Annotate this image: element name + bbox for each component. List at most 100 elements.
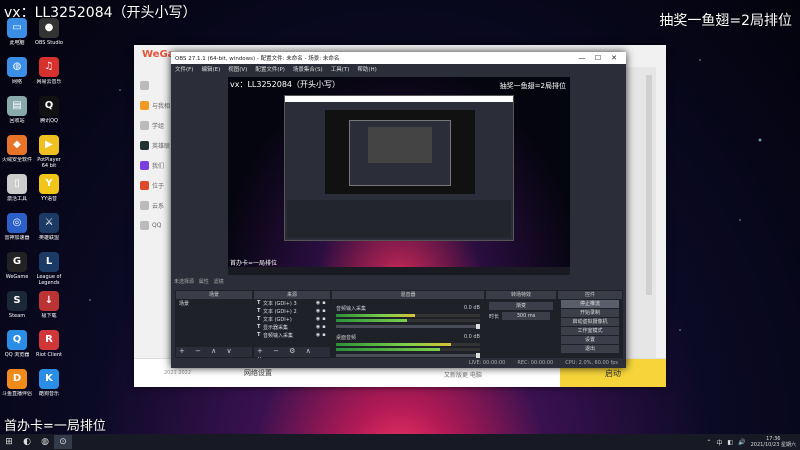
- desktop-icon[interactable]: Q QQ 浏览器: [2, 330, 32, 364]
- source-name: 文本 (GDI+) 3: [263, 300, 297, 307]
- desktop-icon[interactable]: R Riot Client: [34, 330, 64, 364]
- desktop-icon-label: PotPlayer 64 bit: [37, 157, 61, 169]
- desktop-icon[interactable]: ◍ 网络: [2, 57, 32, 91]
- desktop-icon[interactable]: ◎ 雷神加速器: [2, 213, 32, 247]
- network-icon[interactable]: ◧: [727, 439, 733, 446]
- network-settings-link[interactable]: 网络设置: [244, 368, 272, 378]
- desktop-icon[interactable]: ⚔ 英雄联盟: [34, 213, 64, 247]
- menu-item[interactable]: 工具(T): [331, 65, 350, 73]
- control-button[interactable]: 启动虚拟摄像机: [561, 318, 619, 326]
- launcher-side-label: 学组: [152, 122, 165, 130]
- lock-icon[interactable]: ▪: [321, 324, 327, 330]
- app-icon: ⚔: [39, 213, 59, 233]
- launcher-side-label: QQ: [152, 221, 162, 229]
- app-icon: L: [39, 252, 59, 272]
- menu-item[interactable]: 编辑(E): [201, 65, 220, 73]
- lock-icon[interactable]: ▪: [321, 332, 327, 338]
- desktop-icon[interactable]: D 斗鱼直播伴侣: [2, 369, 32, 403]
- lock-icon[interactable]: ▪: [321, 316, 327, 322]
- close-button[interactable]: ✕: [606, 54, 622, 62]
- desktop-icon[interactable]: ↓ 极下载: [34, 291, 64, 325]
- windows-taskbar: ⊞ ◐ ◍ ⊙ ⌃ 中 ◧ 🔊 17:36 2021/10/23 星期六: [0, 434, 800, 450]
- menu-item[interactable]: 场景集合(S): [293, 65, 323, 73]
- launcher-scrollbar[interactable]: [646, 75, 652, 295]
- scenes-dock[interactable]: 场景 场景 + − ∧ ∨: [175, 290, 253, 358]
- game-icon: [140, 140, 149, 150]
- desktop-icon[interactable]: G WeGame: [2, 252, 32, 286]
- game-icon: [140, 100, 149, 110]
- input-method-icon[interactable]: 中: [716, 438, 722, 447]
- sources-footer[interactable]: + − ⚙ ∧ ∨: [254, 347, 330, 363]
- minimize-button[interactable]: —: [574, 54, 590, 62]
- obs-menubar: 文件(F) 编辑(E) 视图(V) 配置文件(P) 场景集合(S) 工具(T) 帮助(H): [171, 64, 626, 74]
- control-button[interactable]: 停止推流: [561, 300, 619, 308]
- transition-select[interactable]: 渐变: [489, 302, 553, 310]
- lock-icon[interactable]: ▪: [321, 308, 327, 314]
- desktop-icon[interactable]: ♫ 网易云音乐: [34, 57, 64, 91]
- menu-item[interactable]: 配置文件(P): [255, 65, 285, 73]
- mixer-dock[interactable]: 混音器 音频输入采集 0.0 dB 桌面音频 0.0 dB: [331, 290, 485, 358]
- desktop-icon[interactable]: Q 腾讯QQ: [34, 96, 64, 130]
- lock-icon[interactable]: ▪: [321, 300, 327, 306]
- launcher-side-label: 位于: [152, 182, 165, 190]
- control-button[interactable]: 开始录制: [561, 309, 619, 317]
- taskbar-app-obs-icon[interactable]: ⊙: [54, 435, 72, 449]
- volume-meter: [336, 319, 480, 322]
- maximize-button[interactable]: ☐: [590, 54, 606, 62]
- nested-preview-screen: [325, 110, 475, 194]
- desktop-icon[interactable]: Y YY语音: [34, 174, 64, 208]
- desktop-icon[interactable]: ▯ 激活工具: [2, 174, 32, 208]
- desktop-icon[interactable]: K 酷狗音乐: [34, 369, 64, 403]
- source-item[interactable]: T 文本 (GDI+) 3 ◉ ▪: [254, 299, 330, 307]
- volume-icon[interactable]: 🔊: [738, 439, 745, 446]
- transitions-dock[interactable]: 转场特效 渐变 时长 300 ms: [485, 290, 557, 358]
- nested-docks: [287, 200, 511, 238]
- desktop-icon[interactable]: ▶ PotPlayer 64 bit: [34, 135, 64, 169]
- menu-item[interactable]: 帮助(H): [357, 65, 376, 73]
- volume-slider[interactable]: [336, 353, 480, 358]
- desktop-icon[interactable]: ◆ 火绒安全软件: [2, 135, 32, 169]
- menu-item[interactable]: 视图(V): [228, 65, 247, 73]
- cpu-fps: CPU: 2.0%, 60.00 fps: [565, 360, 618, 366]
- nested-obs-preview-2: [349, 120, 451, 186]
- duration-label: 时长: [489, 313, 500, 320]
- desktop-icon[interactable]: ▭ 此电脑: [2, 18, 32, 52]
- desktop-icon[interactable]: L League of Legends: [34, 252, 64, 286]
- control-button[interactable]: 工作室模式: [561, 327, 619, 335]
- update-notice: 又新版更 电脑: [444, 372, 482, 379]
- scenes-footer[interactable]: + − ∧ ∨: [176, 347, 252, 357]
- obs-preview[interactable]: vx：LL3252084（开头小写） 抽奖一鱼翅=2局排位 首办卡=一局排位: [228, 77, 570, 275]
- desktop-icon[interactable]: S Steam: [2, 291, 32, 325]
- sources-list: T 文本 (GDI+) 3 ◉ ▪ T 文本 (GDI+) 2 ◉ ▪ T 文本 (GDI+) ◉ ▪…: [254, 299, 330, 339]
- tray-chevron-icon[interactable]: ⌃: [706, 439, 711, 446]
- control-button[interactable]: 设置: [561, 336, 619, 344]
- obs-title: OBS 27.1.1 (64-bit, windows) - 配置文件: 未命名…: [175, 56, 340, 62]
- game-icon: [140, 160, 149, 170]
- nested-obs-preview: [284, 95, 514, 241]
- sources-dock[interactable]: 来源 T 文本 (GDI+) 3 ◉ ▪ T 文本 (GDI+) 2 ◉ ▪ T 文本 (GDI+…: [253, 290, 331, 363]
- volume-slider[interactable]: [336, 324, 480, 329]
- desktop-icon-label: QQ 浏览器: [4, 352, 30, 358]
- desktop-icon[interactable]: ● OBS Studio: [34, 18, 64, 52]
- source-item[interactable]: T 显示器采集 ◉ ▪: [254, 323, 330, 331]
- source-item[interactable]: T 文本 (GDI+) 2 ◉ ▪: [254, 307, 330, 315]
- app-icon: ◎: [7, 213, 27, 233]
- source-item[interactable]: T 文本 (GDI+) ◉ ▪: [254, 315, 330, 323]
- desktop-icon[interactable]: ▤ 回收站: [2, 96, 32, 130]
- source-item[interactable]: T 音频输入采集 ◉ ▪: [254, 331, 330, 339]
- menu-item[interactable]: 文件(F): [175, 65, 193, 73]
- preview-watermark-tl: vx：LL3252084（开头小写）: [230, 80, 341, 89]
- launcher-side-label: 英雄联: [152, 142, 171, 150]
- mixer-header: 混音器: [332, 291, 484, 299]
- control-button[interactable]: 退出: [561, 345, 619, 353]
- app-icon: D: [7, 369, 27, 389]
- clock[interactable]: 17:36 2021/10/23 星期六: [751, 436, 796, 448]
- desktop-icon-label: Steam: [8, 313, 26, 319]
- controls-dock[interactable]: 控件 停止推流 开始录制 启动虚拟摄像机 工作室模式 设置 退出: [557, 290, 623, 358]
- taskbar-app-1-icon[interactable]: ◐: [18, 435, 36, 449]
- taskbar-app-2-icon[interactable]: ◍: [36, 435, 54, 449]
- scene-item[interactable]: 场景: [176, 299, 252, 307]
- start-button[interactable]: ⊞: [0, 435, 18, 449]
- duration-input[interactable]: 300 ms: [502, 312, 550, 320]
- obs-window[interactable]: OBS 27.1.1 (64-bit, windows) - 配置文件: 未命名…: [171, 52, 626, 368]
